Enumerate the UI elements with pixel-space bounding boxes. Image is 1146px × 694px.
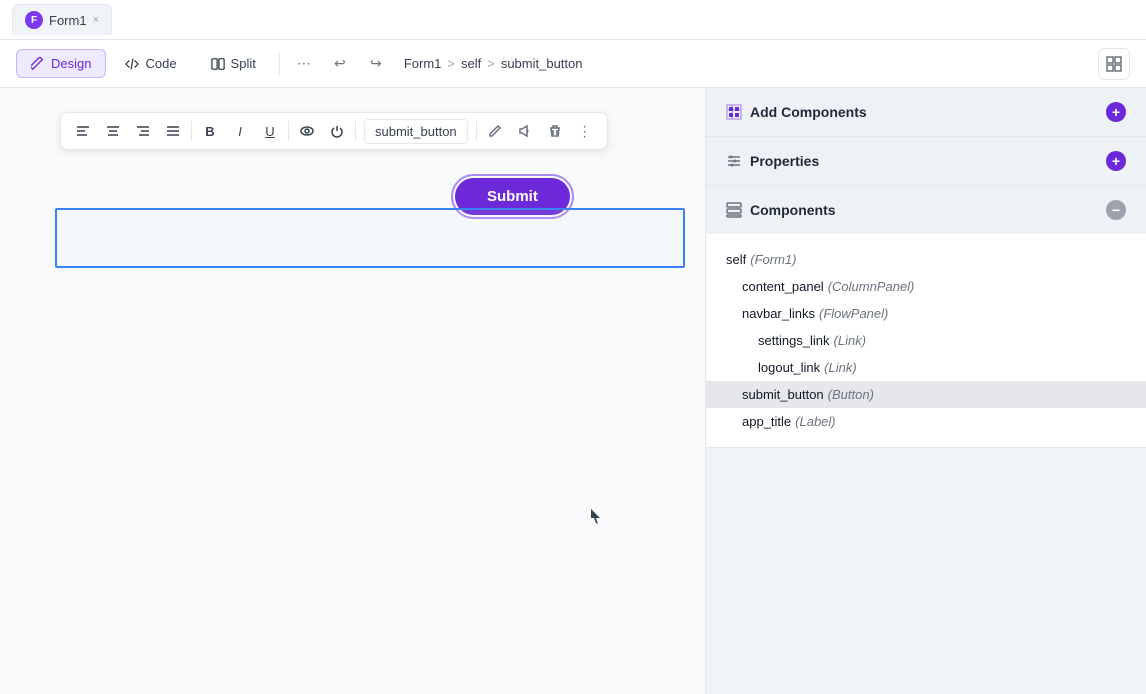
align-justify-icon — [166, 124, 180, 138]
app-icon: F — [25, 11, 43, 29]
ft-divider-2 — [288, 121, 289, 141]
tree-item-self[interactable]: self (Form1) — [706, 246, 1146, 273]
align-justify-button[interactable] — [159, 117, 187, 145]
components-icon — [726, 202, 742, 218]
breadcrumb-form[interactable]: Form1 — [404, 56, 442, 71]
tree-item-logout-link[interactable]: logout_link (Link) — [706, 354, 1146, 381]
italic-button[interactable]: I — [226, 117, 254, 145]
components-header[interactable]: Components − — [706, 186, 1146, 234]
align-right-button[interactable] — [129, 117, 157, 145]
selection-box — [55, 208, 685, 268]
align-left-icon — [76, 124, 90, 138]
tab-bar: F Form1 × — [0, 0, 1146, 40]
pencil-icon — [488, 124, 502, 138]
properties-section: Properties + — [706, 137, 1146, 186]
delete-button[interactable] — [541, 117, 569, 145]
canvas-area[interactable]: B I U submit_button — [0, 88, 706, 694]
add-components-toggle[interactable]: + — [1106, 102, 1126, 122]
visibility-button[interactable] — [293, 117, 321, 145]
breadcrumb-sep-1: > — [447, 56, 455, 71]
grid-icon — [1106, 56, 1122, 72]
announce-button[interactable] — [511, 117, 539, 145]
split-icon — [211, 57, 225, 71]
breadcrumb-component[interactable]: submit_button — [501, 56, 583, 71]
main-layout: B I U submit_button — [0, 88, 1146, 694]
tab-label: Form1 — [49, 13, 87, 28]
add-components-section: Add Components + — [706, 88, 1146, 137]
split-button[interactable]: Split — [196, 49, 271, 78]
underline-button[interactable]: U — [256, 117, 284, 145]
components-section: Components − self (Form1) content_panel … — [706, 186, 1146, 448]
tree-item-navbar-links[interactable]: navbar_links (FlowPanel) — [706, 300, 1146, 327]
ft-divider-3 — [355, 121, 356, 141]
toolbar: Design Code Split ⋯ ↩ ↪ Form1 > self > s… — [0, 40, 1146, 88]
tab-form1[interactable]: F Form1 × — [12, 4, 112, 35]
align-center-button[interactable] — [99, 117, 127, 145]
undo-button[interactable]: ↩ — [324, 48, 356, 80]
tree-item-settings-link[interactable]: settings_link (Link) — [706, 327, 1146, 354]
toolbar-right — [1098, 48, 1130, 80]
trash-icon — [548, 124, 562, 138]
component-label: submit_button — [364, 119, 468, 144]
code-button[interactable]: Code — [110, 49, 191, 78]
cursor-indicator — [590, 508, 602, 526]
ft-divider-1 — [191, 121, 192, 141]
add-components-title: Add Components — [726, 104, 867, 120]
megaphone-icon — [518, 124, 532, 138]
more-options-button[interactable]: ⋯ — [288, 48, 320, 80]
breadcrumb: Form1 > self > submit_button — [404, 56, 583, 71]
design-button[interactable]: Design — [16, 49, 106, 78]
properties-toggle[interactable]: + — [1106, 151, 1126, 171]
right-panel: Add Components + Properties + — [706, 88, 1146, 694]
toolbar-divider-1 — [279, 52, 280, 76]
bold-button[interactable]: B — [196, 117, 224, 145]
floating-toolbar: B I U submit_button — [60, 112, 608, 150]
close-tab-icon[interactable]: × — [93, 14, 99, 26]
properties-title: Properties — [726, 153, 819, 169]
breadcrumb-self[interactable]: self — [461, 56, 481, 71]
align-left-button[interactable] — [69, 117, 97, 145]
tree-item-submit-button[interactable]: submit_button (Button) — [706, 381, 1146, 408]
components-tree: self (Form1) content_panel (ColumnPanel)… — [706, 234, 1146, 447]
properties-header[interactable]: Properties + — [706, 137, 1146, 185]
tree-item-content-panel[interactable]: content_panel (ColumnPanel) — [706, 273, 1146, 300]
grid-toggle-button[interactable] — [1098, 48, 1130, 80]
power-icon — [330, 124, 344, 138]
components-title: Components — [726, 202, 836, 218]
design-icon — [31, 57, 45, 71]
components-toggle[interactable]: − — [1106, 200, 1126, 220]
more-button[interactable]: ⋮ — [571, 117, 599, 145]
properties-icon — [726, 153, 742, 169]
edit-button[interactable] — [481, 117, 509, 145]
code-icon — [125, 57, 139, 71]
align-center-icon — [106, 124, 120, 138]
redo-button[interactable]: ↪ — [360, 48, 392, 80]
power-button[interactable] — [323, 117, 351, 145]
tree-item-app-title[interactable]: app_title (Label) — [706, 408, 1146, 435]
align-right-icon — [136, 124, 150, 138]
eye-icon — [300, 124, 314, 138]
add-components-header[interactable]: Add Components + — [706, 88, 1146, 136]
ft-divider-4 — [476, 121, 477, 141]
add-components-icon — [726, 104, 742, 120]
breadcrumb-sep-2: > — [487, 56, 495, 71]
